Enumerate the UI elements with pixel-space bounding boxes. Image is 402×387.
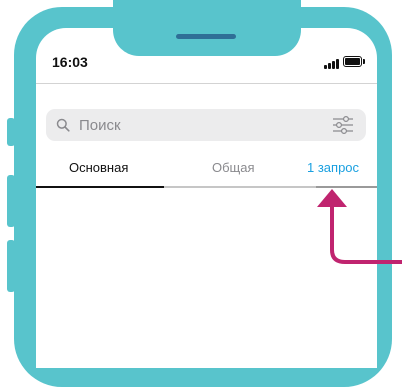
filter-icon[interactable]: [332, 115, 354, 135]
tab-requests-underline: [316, 186, 377, 188]
tab-main[interactable]: Основная: [69, 160, 128, 175]
signal-icon: [324, 58, 340, 69]
header-divider: [36, 83, 377, 84]
tab-main-underline: [36, 186, 164, 188]
phone-screen: [36, 28, 377, 368]
search-icon: [56, 118, 70, 132]
tab-general[interactable]: Общая: [212, 160, 255, 175]
side-button-volume-up: [7, 175, 15, 227]
status-time: 16:03: [52, 54, 88, 70]
tab-requests[interactable]: 1 запрос: [307, 160, 359, 175]
notch: [113, 0, 301, 56]
search-bar[interactable]: Поиск: [46, 109, 366, 141]
side-button-volume-down: [7, 240, 15, 292]
battery-icon: [343, 56, 365, 67]
side-button-mute: [7, 118, 15, 146]
search-input[interactable]: Поиск: [79, 117, 121, 134]
speaker-slot: [176, 34, 236, 39]
tab-general-underline: [164, 186, 316, 188]
